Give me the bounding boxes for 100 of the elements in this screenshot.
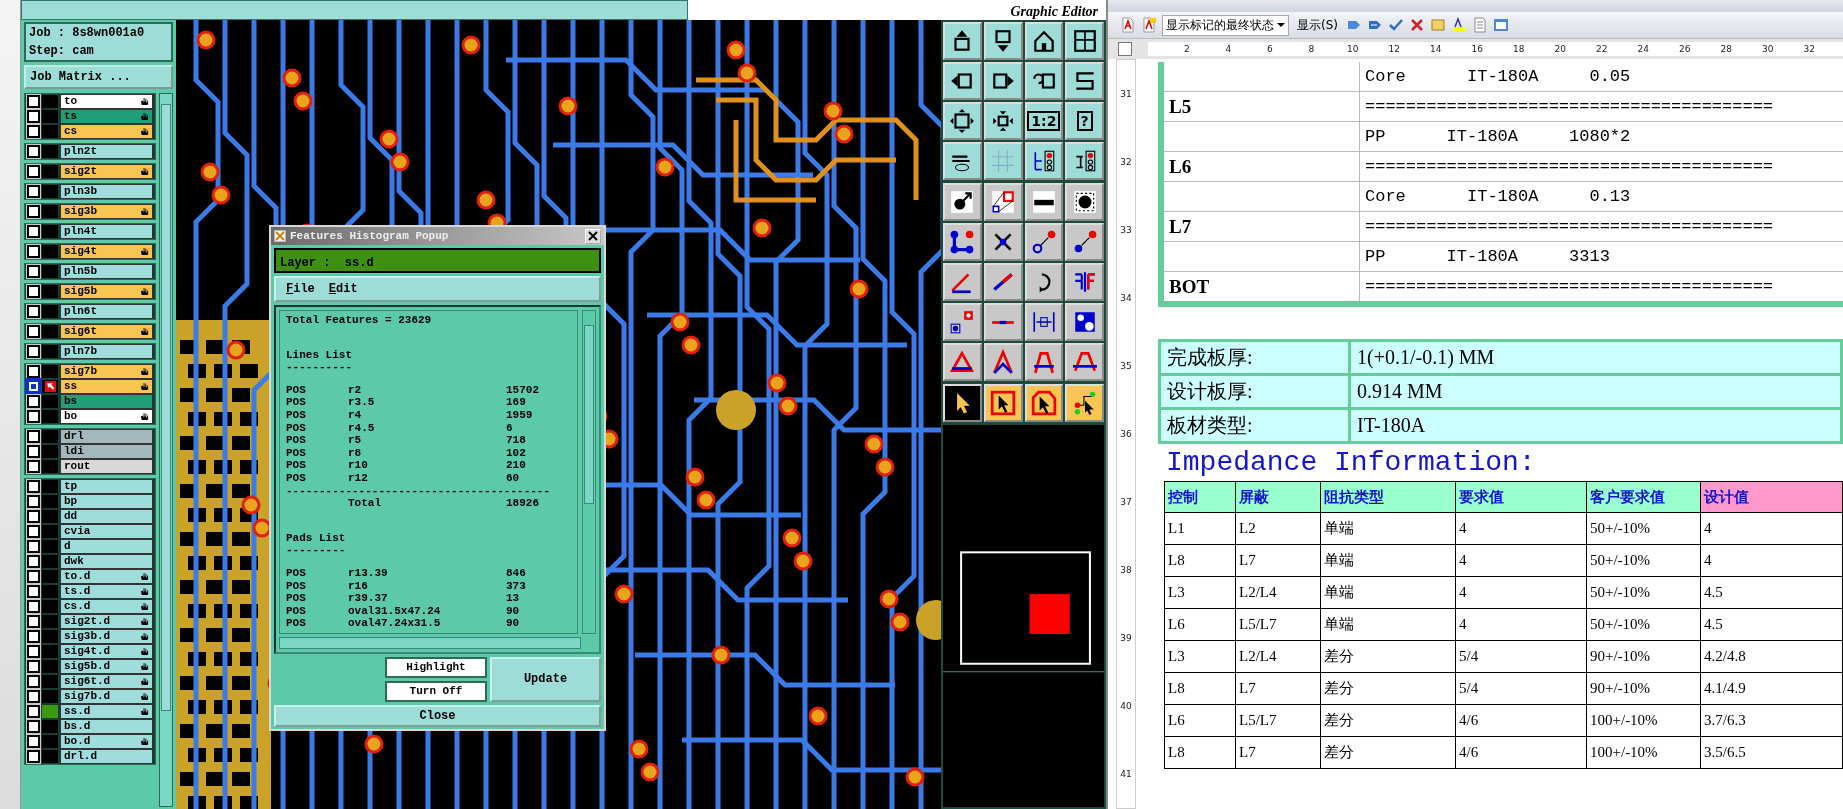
layer-checkbox[interactable]: [27, 430, 40, 443]
layer-checkbox[interactable]: [27, 615, 40, 628]
tool-button[interactable]: [1065, 62, 1104, 100]
layer-checkbox[interactable]: [27, 540, 40, 553]
layer-name[interactable]: sig3b: [60, 204, 153, 219]
layer-name[interactable]: sig4t: [60, 244, 153, 259]
tool-button[interactable]: [1065, 343, 1104, 381]
tool-button[interactable]: [943, 102, 982, 140]
layer-name[interactable]: sig2t.d: [60, 614, 153, 629]
layer-name[interactable]: sig4t.d: [60, 644, 153, 659]
layer-checkbox[interactable]: [27, 125, 40, 138]
tool-button[interactable]: [1065, 183, 1104, 221]
tool-button[interactable]: [1065, 22, 1104, 60]
layer-checkbox[interactable]: [27, 110, 40, 123]
menu-item[interactable]: Edit: [328, 282, 358, 296]
layer-checkbox[interactable]: [27, 345, 40, 358]
layer-checkbox[interactable]: [27, 305, 40, 318]
tool-button[interactable]: [1024, 62, 1064, 100]
tool-button[interactable]: [1024, 223, 1064, 261]
tab-selector[interactable]: [1118, 42, 1132, 56]
layer-checkbox[interactable]: [27, 675, 40, 688]
layer-name[interactable]: bs: [60, 394, 153, 409]
layer-name[interactable]: sig2t: [60, 164, 153, 179]
layer-name[interactable]: ldi: [60, 444, 153, 459]
tool-button[interactable]: [983, 263, 1023, 301]
close-button[interactable]: Close: [274, 704, 601, 727]
layer-name[interactable]: sig5b.d: [60, 659, 153, 674]
layer-checkbox[interactable]: [27, 95, 40, 108]
tool-button[interactable]: [983, 384, 1023, 422]
tool-button[interactable]: [983, 343, 1023, 381]
menu-item[interactable]: File: [286, 282, 315, 296]
tool-button[interactable]: [943, 303, 982, 341]
tool-button[interactable]: [943, 62, 982, 100]
tool-button[interactable]: [983, 102, 1023, 140]
layer-name[interactable]: dwk: [60, 554, 153, 569]
layer-checkbox[interactable]: [27, 660, 40, 673]
tool-button[interactable]: [943, 142, 982, 180]
layer-checkbox[interactable]: [27, 690, 40, 703]
layer-name[interactable]: sig5b: [60, 284, 153, 299]
tool-button[interactable]: 1:2: [1024, 102, 1064, 140]
layer-name[interactable]: sig6t: [60, 324, 153, 339]
layer-name[interactable]: pln2t: [60, 144, 153, 159]
tool-button[interactable]: [1024, 263, 1064, 301]
layer-checkbox[interactable]: [27, 460, 40, 473]
layer-name[interactable]: sig6t.d: [60, 674, 153, 689]
layer-checkbox[interactable]: [27, 445, 40, 458]
tool-button[interactable]: [1024, 303, 1064, 341]
layer-name[interactable]: drl.d: [60, 749, 153, 764]
scrollbar[interactable]: [279, 636, 581, 649]
layer-name[interactable]: ss: [60, 379, 153, 394]
scrollbar[interactable]: [159, 93, 173, 807]
layer-name[interactable]: bo: [60, 409, 153, 424]
tool-button[interactable]: [1065, 384, 1104, 422]
layer-name[interactable]: bp: [60, 494, 153, 509]
reject-icon[interactable]: [1409, 17, 1425, 33]
layer-name[interactable]: sig7b.d: [60, 689, 153, 704]
layer-checkbox[interactable]: [27, 510, 40, 523]
layer-name[interactable]: dd: [60, 509, 153, 524]
layer-checkbox[interactable]: [27, 265, 40, 278]
tool-button[interactable]: [943, 223, 982, 261]
tool-button[interactable]: [943, 263, 982, 301]
layer-checkbox[interactable]: [27, 735, 40, 748]
tool-button[interactable]: [1065, 263, 1104, 301]
layer-checkbox[interactable]: [27, 645, 40, 658]
tool-button[interactable]: [1065, 142, 1104, 180]
window-icon[interactable]: [1493, 17, 1509, 33]
tool-button[interactable]: [983, 183, 1023, 221]
tool-button[interactable]: [943, 183, 982, 221]
layer-checkbox[interactable]: [27, 705, 40, 718]
tool-button[interactable]: [1024, 22, 1064, 60]
layer-name[interactable]: cs.d: [60, 599, 153, 614]
highlight-icon[interactable]: [1451, 17, 1467, 33]
layer-checkbox[interactable]: [27, 285, 40, 298]
layer-checkbox[interactable]: [27, 600, 40, 613]
tool-button[interactable]: [1024, 142, 1064, 180]
tool-button[interactable]: ?: [1065, 102, 1104, 140]
tool-button[interactable]: [983, 142, 1023, 180]
layer-name[interactable]: tp: [60, 479, 153, 494]
tool-button[interactable]: [1024, 343, 1064, 381]
layer-checkbox[interactable]: [27, 185, 40, 198]
layer-checkbox[interactable]: [27, 750, 40, 763]
layer-checkbox[interactable]: [27, 525, 40, 538]
layer-checkbox[interactable]: [27, 225, 40, 238]
update-button[interactable]: Update: [490, 656, 601, 702]
layer-name[interactable]: sig7b: [60, 364, 153, 379]
scrollbar[interactable]: [582, 310, 596, 634]
layer-name[interactable]: ss.d: [60, 704, 153, 719]
pdf-icon[interactable]: [1120, 17, 1136, 33]
layer-name[interactable]: cs: [60, 124, 153, 139]
layer-name[interactable]: sig3b.d: [60, 629, 153, 644]
tool-button[interactable]: [983, 303, 1023, 341]
layer-checkbox[interactable]: [27, 365, 40, 378]
layer-checkbox[interactable]: [27, 395, 40, 408]
tool-button[interactable]: [1024, 183, 1064, 221]
layer-name[interactable]: cvia: [60, 524, 153, 539]
layer-name[interactable]: pln5b: [60, 264, 153, 279]
tool-button[interactable]: [943, 384, 982, 422]
tool-button[interactable]: [983, 62, 1023, 100]
layer-checkbox[interactable]: [27, 555, 40, 568]
layer-name[interactable]: ts: [60, 109, 153, 124]
